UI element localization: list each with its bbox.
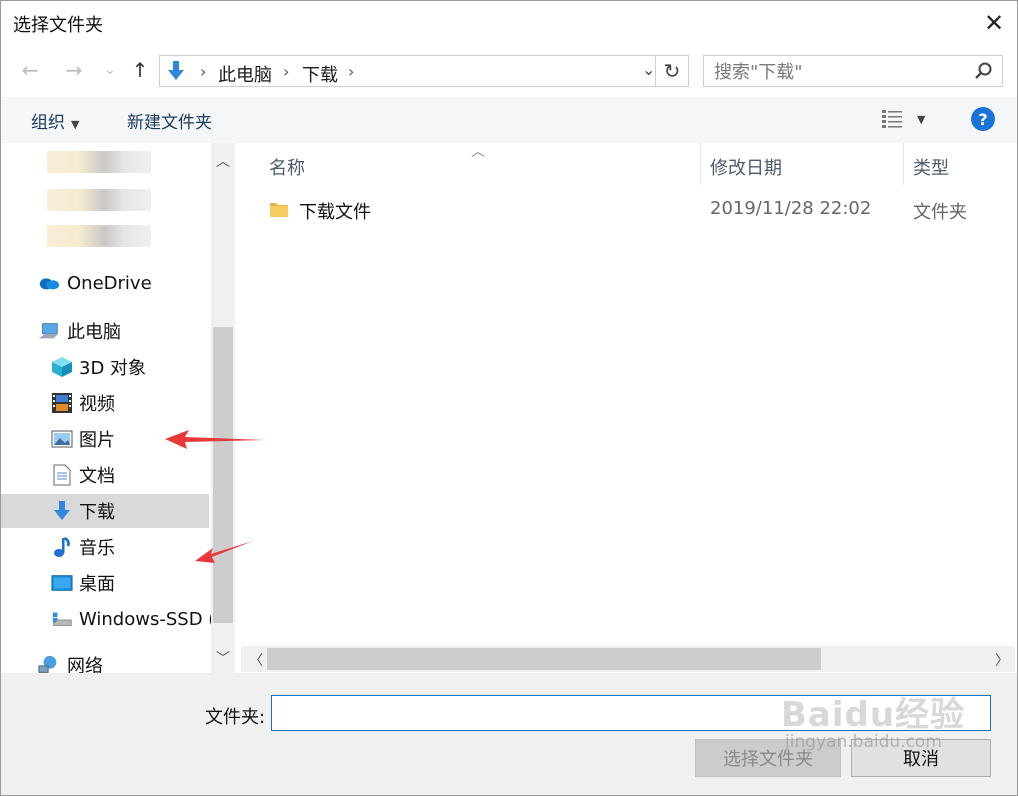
column-header-label: 类型 — [913, 158, 949, 179]
search-input[interactable] — [712, 60, 966, 84]
column-header-label: 名称 — [269, 158, 305, 179]
scroll-down-chevron-icon[interactable]: ﹀ — [216, 648, 230, 668]
music-note-icon — [51, 536, 73, 558]
folder-field-label: 文件夹: — [205, 707, 266, 728]
sidebar-item-label: 下载 — [79, 502, 115, 523]
navigation-pane-scrollbar[interactable]: ︿ ﹀ — [211, 143, 235, 673]
column-header-type[interactable]: 类型 — [904, 143, 1014, 185]
scrollbar-thumb[interactable] — [267, 648, 821, 670]
breadcrumb-separator[interactable]: › — [283, 62, 289, 81]
file-name: 下载文件 — [299, 202, 371, 223]
help-icon[interactable]: ? — [971, 107, 995, 131]
drive-icon — [51, 608, 73, 630]
sidebar-item-label: 文档 — [79, 466, 115, 487]
pictures-icon — [51, 428, 73, 450]
organize-button[interactable]: 组织 ▼ — [31, 108, 79, 133]
scrollbar-thumb[interactable] — [213, 327, 233, 623]
desktop-icon — [51, 572, 73, 594]
network-icon — [38, 654, 60, 673]
sidebar-item-label: Windows-SSD ( — [79, 608, 216, 630]
sidebar-item-desktop[interactable]: 桌面 — [1, 566, 209, 600]
video-film-icon — [51, 392, 73, 414]
command-bar: 组织 ▼ 新建文件夹 ▼ ? — [1, 97, 1017, 143]
view-options-caret-icon[interactable]: ▼ — [917, 113, 925, 126]
sidebar-item-label: 桌面 — [79, 574, 115, 595]
baidu-watermark: Baidu经验 jingyan.baidu.com — [781, 687, 965, 752]
sidebar-item-music[interactable]: 音乐 — [1, 530, 209, 564]
table-row[interactable]: 下载文件 2019/11/28 22:02 文件夹 — [239, 193, 1017, 227]
blurred-quick-access-item[interactable] — [47, 151, 151, 173]
sidebar-item-network[interactable]: 网络 — [1, 648, 209, 673]
file-type: 文件夹 — [913, 202, 967, 223]
documents-icon — [51, 464, 73, 486]
address-bar[interactable]: › 此电脑 › 下载 › ⌄ ↻ — [159, 55, 689, 87]
sidebar-item-label: 视频 — [79, 394, 115, 415]
column-header-name[interactable]: 名称 — [239, 143, 699, 185]
new-folder-button[interactable]: 新建文件夹 — [127, 108, 212, 133]
breadcrumb-separator: › — [200, 62, 207, 81]
sidebar-item-videos[interactable]: 视频 — [1, 386, 209, 420]
close-icon[interactable]: ✕ — [971, 1, 1017, 45]
sidebar-item-documents[interactable]: 文档 — [1, 458, 209, 492]
3d-objects-icon — [51, 356, 73, 378]
window-title: 选择文件夹 — [13, 15, 103, 36]
title-bar: 选择文件夹 ✕ — [1, 1, 1017, 45]
search-icon[interactable] — [974, 61, 994, 85]
breadcrumb-downloads[interactable]: 下载 — [302, 61, 338, 87]
view-options-icon[interactable] — [881, 109, 903, 133]
watermark-url: jingyan.baidu.com — [785, 732, 942, 752]
blurred-quick-access-item[interactable] — [47, 225, 151, 247]
sidebar-item-label: 音乐 — [79, 538, 115, 559]
scroll-left-chevron-icon[interactable]: 〈 — [249, 650, 263, 670]
search-box[interactable] — [703, 55, 1003, 87]
caret-down-icon: ▼ — [71, 118, 80, 131]
sidebar-item-label: OneDrive — [67, 272, 152, 294]
scroll-up-chevron-icon[interactable]: ︿ — [216, 151, 230, 171]
navigation-bar: ← → ⌄ ↑ › 此电脑 › 下载 › ⌄ ↻ — [1, 45, 1017, 97]
sidebar-item-label: 3D 对象 — [79, 358, 147, 379]
scroll-right-chevron-icon[interactable]: 〉 — [995, 650, 1009, 670]
annotation-arrow-icon — [195, 541, 253, 563]
back-arrow-icon[interactable]: ← — [19, 58, 41, 82]
refresh-icon[interactable]: ↻ — [655, 56, 688, 86]
download-arrow-icon — [51, 500, 73, 522]
breadcrumb-this-pc[interactable]: 此电脑 — [218, 61, 272, 87]
sidebar-item-label: 网络 — [67, 656, 103, 673]
column-header-date-modified[interactable]: 修改日期 — [701, 143, 903, 185]
watermark-brand: Baidu经验 — [781, 695, 966, 735]
sidebar-item-onedrive[interactable]: OneDrive — [1, 266, 209, 300]
sidebar-item-downloads[interactable]: 下载 — [1, 494, 209, 528]
recent-locations-chevron-icon[interactable]: ⌄ — [99, 59, 121, 81]
annotation-arrow-icon — [165, 430, 265, 449]
this-pc-icon — [38, 320, 60, 342]
file-list-pane: ︿ 名称 修改日期 类型 下载文件 2019/11/28 22:02 文件夹 〈… — [239, 143, 1017, 673]
sidebar-item-this-pc[interactable]: 此电脑 — [1, 314, 209, 348]
breadcrumb-separator[interactable]: › — [348, 62, 354, 81]
folder-picker-dialog: 选择文件夹 ✕ ← → ⌄ ↑ › 此电脑 › 下载 › ⌄ ↻ 搜索"下载" … — [0, 0, 1018, 796]
blurred-quick-access-item[interactable] — [47, 189, 151, 211]
sidebar-item-3d-objects[interactable]: 3D 对象 — [1, 350, 209, 384]
sidebar-item-label: 此电脑 — [67, 322, 121, 343]
folder-icon — [269, 199, 289, 223]
onedrive-cloud-icon — [38, 272, 60, 294]
forward-arrow-icon[interactable]: → — [63, 58, 85, 82]
file-date: 2019/11/28 22:02 — [710, 198, 872, 219]
sidebar-item-windows-ssd[interactable]: Windows-SSD ( — [1, 602, 215, 636]
up-arrow-icon[interactable]: ↑ — [129, 58, 151, 82]
download-arrow-icon — [166, 60, 186, 86]
address-history-chevron-icon[interactable]: ⌄ — [642, 60, 655, 79]
file-list-horizontal-scrollbar[interactable]: 〈 〉 — [241, 646, 1015, 672]
column-header-label: 修改日期 — [710, 158, 782, 179]
sidebar-item-label: 图片 — [79, 430, 115, 451]
navigation-pane: OneDrive 此电脑 3D 对象 视频 图片 文档 下载 音乐 桌面 Win… — [1, 143, 237, 673]
organize-label: 组织 — [31, 113, 65, 133]
